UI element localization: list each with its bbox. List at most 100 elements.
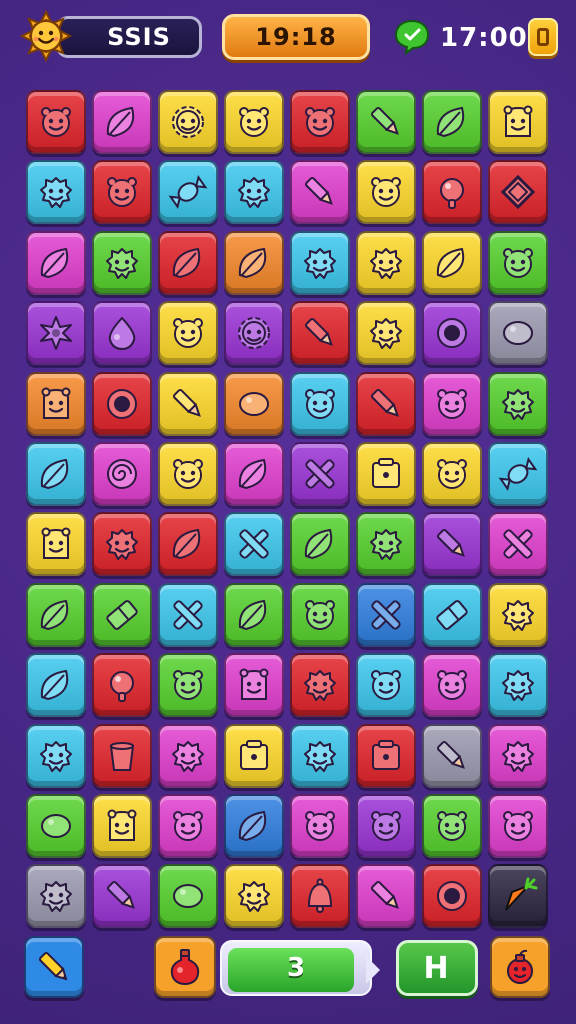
pencil-button[interactable] (24, 936, 84, 998)
board-tile[interactable] (158, 442, 218, 506)
board-tile[interactable] (422, 582, 482, 647)
board-tile[interactable] (488, 90, 548, 154)
board-tile[interactable] (158, 301, 218, 366)
board-tile[interactable] (422, 653, 482, 718)
board-tile[interactable] (92, 794, 152, 858)
board-tile[interactable] (488, 230, 548, 295)
board-tile[interactable] (488, 794, 548, 858)
board-tile[interactable] (26, 512, 86, 577)
board-tile[interactable] (92, 90, 152, 154)
board-tile[interactable] (158, 653, 218, 718)
board-tile[interactable] (356, 582, 416, 647)
board-tile[interactable] (290, 582, 350, 647)
board-tile[interactable] (26, 301, 86, 366)
plus-button[interactable]: H (396, 940, 478, 996)
board-tile[interactable] (488, 160, 548, 225)
board-tile[interactable] (290, 653, 350, 718)
board-tile[interactable] (26, 723, 86, 788)
board-tile[interactable] (224, 794, 284, 858)
board-tile[interactable] (158, 723, 218, 788)
board-tile[interactable] (158, 90, 218, 154)
board-tile[interactable] (290, 90, 350, 154)
board-tile[interactable] (290, 160, 350, 225)
board-tile[interactable] (224, 160, 284, 225)
board-tile[interactable] (92, 301, 152, 366)
board-tile[interactable] (356, 301, 416, 366)
potion-button[interactable] (154, 936, 216, 998)
board-tile[interactable] (356, 864, 416, 929)
board-tile[interactable] (422, 230, 482, 295)
board-tile[interactable] (422, 371, 482, 436)
board-tile[interactable] (488, 442, 548, 506)
board-tile[interactable] (92, 582, 152, 647)
board-tile[interactable] (356, 794, 416, 858)
board-tile[interactable] (224, 723, 284, 788)
board-tile[interactable] (422, 442, 482, 506)
board-tile[interactable] (290, 723, 350, 788)
board-tile[interactable] (290, 794, 350, 858)
board-tile[interactable] (26, 160, 86, 225)
board-tile[interactable] (92, 371, 152, 436)
board-tile[interactable] (224, 301, 284, 366)
board-tile[interactable] (488, 301, 548, 366)
board-tile[interactable] (488, 582, 548, 647)
board-tile[interactable] (356, 442, 416, 506)
board-tile[interactable] (92, 723, 152, 788)
board-tile[interactable] (92, 864, 152, 929)
bomb-button[interactable] (490, 936, 550, 998)
board-tile[interactable] (224, 512, 284, 577)
board-tile[interactable] (92, 230, 152, 295)
board-tile[interactable] (26, 582, 86, 647)
board-tile[interactable] (158, 794, 218, 858)
board-tile[interactable] (356, 160, 416, 225)
board-tile[interactable] (158, 512, 218, 577)
board-tile[interactable] (26, 442, 86, 506)
board-tile[interactable] (224, 230, 284, 295)
green-chat-icon[interactable] (392, 16, 432, 56)
board-tile[interactable] (26, 864, 86, 929)
board-tile[interactable] (290, 371, 350, 436)
board-tile[interactable] (224, 371, 284, 436)
board-tile[interactable] (92, 653, 152, 718)
board-tile[interactable] (488, 371, 548, 436)
board-tile[interactable] (224, 90, 284, 154)
board-tile[interactable] (422, 90, 482, 154)
board-tile[interactable] (92, 160, 152, 225)
board-tile[interactable] (488, 653, 548, 718)
board-tile[interactable] (356, 723, 416, 788)
board-tile[interactable] (422, 512, 482, 577)
board-tile[interactable] (422, 864, 482, 929)
board-tile[interactable] (224, 582, 284, 647)
board-tile[interactable] (158, 864, 218, 929)
board-tile[interactable] (158, 230, 218, 295)
board-tile[interactable] (290, 442, 350, 506)
board-tile[interactable] (422, 794, 482, 858)
board-tile[interactable] (92, 512, 152, 577)
board-tile[interactable] (356, 90, 416, 154)
board-tile[interactable] (26, 371, 86, 436)
board-tile[interactable] (290, 301, 350, 366)
board-tile[interactable] (356, 371, 416, 436)
board-tile[interactable] (224, 442, 284, 506)
board-tile[interactable] (158, 160, 218, 225)
board-tile[interactable] (290, 864, 350, 929)
board-tile[interactable] (158, 582, 218, 647)
pause-button[interactable] (528, 18, 558, 56)
board-tile[interactable] (224, 653, 284, 718)
board-tile[interactable] (92, 442, 152, 506)
board-tile[interactable] (26, 794, 86, 858)
board-tile[interactable] (488, 723, 548, 788)
board-tile[interactable] (26, 653, 86, 718)
board-tile[interactable] (26, 230, 86, 295)
sun-face-icon[interactable] (19, 9, 73, 63)
board-tile[interactable] (488, 864, 548, 929)
board-tile[interactable] (26, 90, 86, 154)
board-tile[interactable] (422, 160, 482, 225)
board-tile[interactable] (356, 512, 416, 577)
board-tile[interactable] (356, 230, 416, 295)
board-tile[interactable] (290, 230, 350, 295)
board-tile[interactable] (422, 723, 482, 788)
board-tile[interactable] (422, 301, 482, 366)
board-tile[interactable] (158, 371, 218, 436)
board-tile[interactable] (356, 653, 416, 718)
